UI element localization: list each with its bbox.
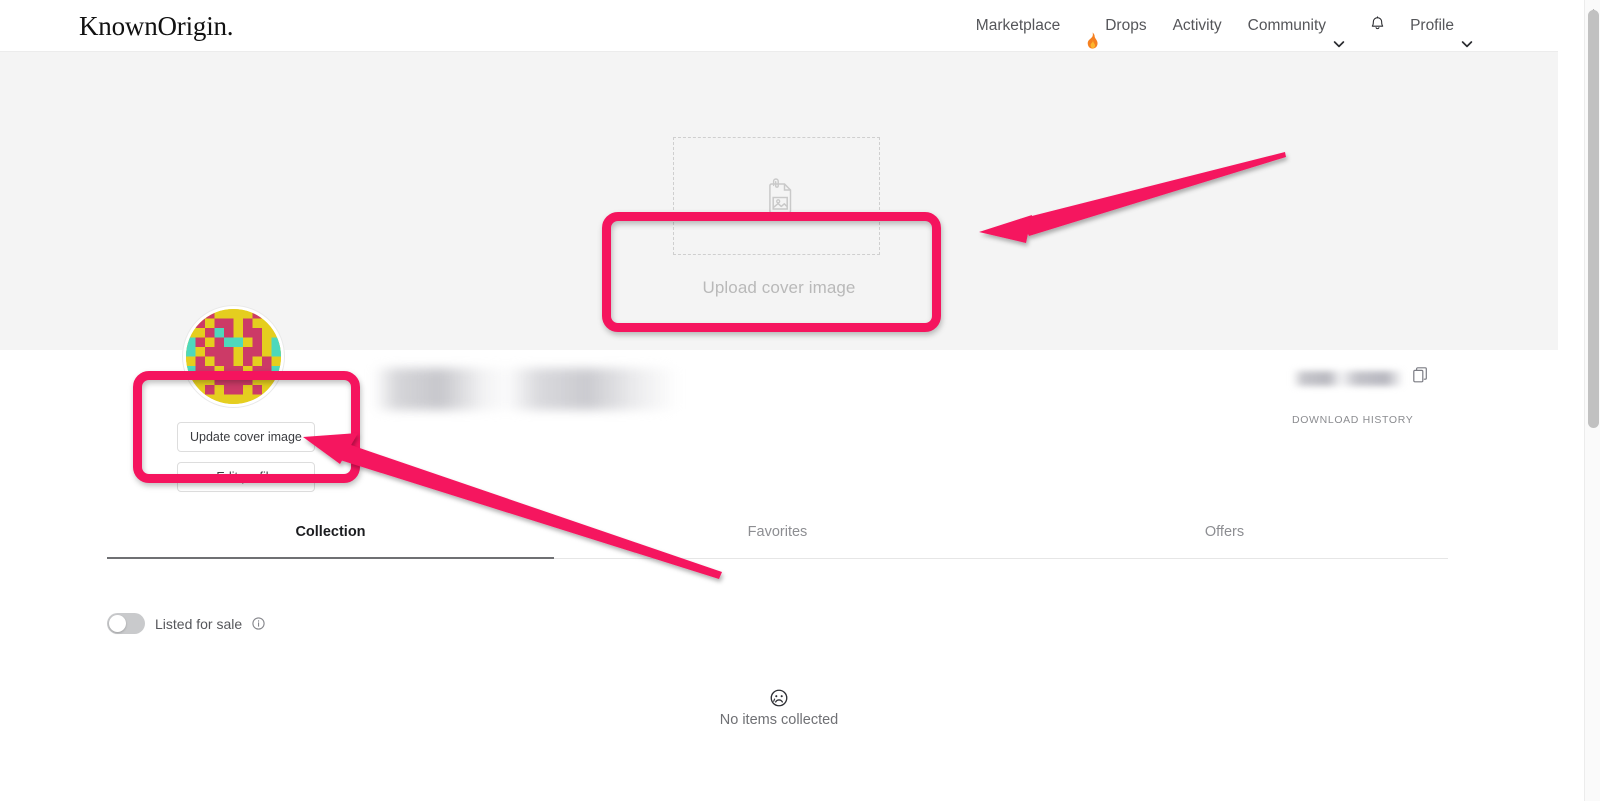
- profile-section: Update cover image Edit profile DOWNLOAD…: [0, 306, 1558, 510]
- brand-logo[interactable]: KnownOrigin.: [79, 10, 234, 42]
- profile-action-buttons: Update cover image Edit profile: [177, 422, 315, 492]
- avatar[interactable]: [183, 306, 284, 407]
- chevron-down-icon: [1460, 21, 1473, 47]
- listed-for-sale-toggle[interactable]: [107, 613, 145, 634]
- nav-item-label: Drops: [1105, 17, 1147, 34]
- filter-row: Listed for sale: [107, 613, 265, 634]
- nav-item-label: Marketplace: [975, 17, 1061, 34]
- empty-state: No items collected: [0, 686, 1558, 728]
- profile-tabs: Collection Favorites Offers: [107, 524, 1448, 559]
- listed-for-sale-label: Listed for sale: [155, 615, 243, 632]
- copy-icon[interactable]: [1413, 367, 1428, 384]
- tab-collection[interactable]: Collection: [107, 524, 554, 559]
- nav-item-community[interactable]: Community: [1235, 0, 1358, 52]
- update-cover-image-button[interactable]: Update cover image: [177, 422, 315, 452]
- chevron-down-icon: [1332, 21, 1345, 47]
- tab-favorites[interactable]: Favorites: [554, 524, 1001, 559]
- nav-item-activity[interactable]: Activity: [1160, 0, 1235, 52]
- image-attachment-icon: [755, 173, 799, 219]
- nav-item-label: Profile: [1410, 17, 1454, 34]
- nav-item-label: Activity: [1172, 17, 1222, 34]
- nav-item-marketplace[interactable]: Marketplace: [963, 0, 1073, 52]
- profile-display-name: [373, 368, 679, 410]
- download-history-link[interactable]: DOWNLOAD HISTORY: [1292, 414, 1413, 426]
- edit-profile-button[interactable]: Edit profile: [177, 462, 315, 492]
- info-icon[interactable]: [252, 617, 265, 630]
- tab-label: Collection: [295, 524, 366, 540]
- nav-item-label: Community: [1247, 17, 1327, 34]
- main-navigation: Marketplace Drops Activity Community Pro…: [963, 0, 1486, 52]
- nav-item-drops[interactable]: Drops: [1073, 0, 1159, 52]
- toggle-knob: [109, 615, 126, 632]
- browser-scrollbar[interactable]: [1584, 0, 1600, 801]
- upload-cover-image-label: Upload cover image: [702, 278, 856, 297]
- page-root: KnownOrigin. Marketplace Drops Activity …: [0, 0, 1600, 801]
- sad-face-icon: [0, 686, 1558, 708]
- tab-label: Offers: [1204, 524, 1245, 540]
- bell-icon: [1369, 15, 1386, 37]
- site-header: KnownOrigin. Marketplace Drops Activity …: [0, 0, 1558, 52]
- tab-offers[interactable]: Offers: [1001, 524, 1448, 559]
- nav-item-profile[interactable]: Profile: [1397, 0, 1486, 52]
- cover-dropzone[interactable]: [673, 137, 880, 255]
- tab-label: Favorites: [747, 524, 808, 540]
- browser-viewport: KnownOrigin. Marketplace Drops Activity …: [0, 0, 1558, 801]
- scroll-up-arrow-icon[interactable]: [1589, 2, 1598, 15]
- wallet-address: [1292, 371, 1404, 386]
- flame-icon: [1086, 19, 1099, 49]
- empty-state-message: No items collected: [719, 712, 839, 728]
- notifications-button[interactable]: [1358, 0, 1397, 52]
- scrollbar-thumb[interactable]: [1588, 10, 1599, 428]
